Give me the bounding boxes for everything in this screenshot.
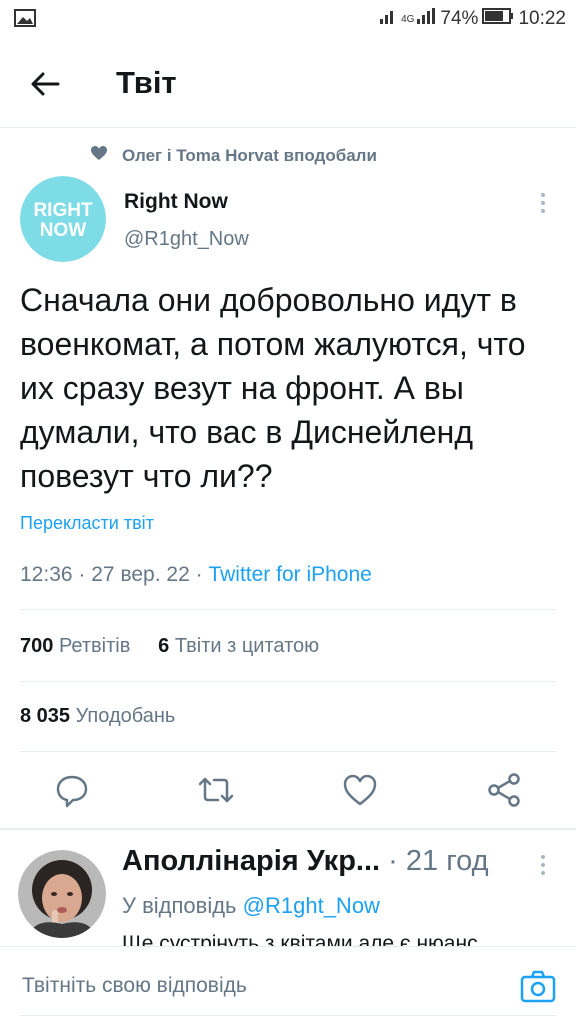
reply-author-name[interactable]: Аполлінарія Укр... <box>122 845 380 877</box>
page-title: Твіт <box>116 65 177 100</box>
social-context[interactable]: Олег і Toma Horvat вподобали <box>90 145 377 166</box>
battery-icon <box>482 8 514 30</box>
reply-author-avatar[interactable] <box>18 850 106 938</box>
reply-text: Ще сустрінуть з квітами але є нюанс <box>122 934 562 946</box>
app-header: Твіт <box>0 50 576 120</box>
tweet-date: 27 вер. 22 <box>91 563 190 586</box>
retweet-icon[interactable] <box>196 770 236 810</box>
tweet-source-link[interactable]: Twitter for iPhone <box>208 563 371 586</box>
divider <box>20 609 556 610</box>
section-divider <box>0 828 576 830</box>
like-stats: 8 035 Уподобань <box>20 705 175 728</box>
reply-icon[interactable] <box>52 770 92 810</box>
clock: 10:22 <box>518 8 566 29</box>
composer-underline <box>20 1015 556 1016</box>
signal-icon-2 <box>416 7 436 31</box>
author-avatar[interactable]: RIGHT NOW <box>20 176 106 262</box>
reply-input[interactable]: Твітніть свою відповідь <box>22 974 247 998</box>
tweet-text: Сначала они добровольно идут в военкомат… <box>20 282 526 494</box>
signal-icon <box>379 7 397 31</box>
reply-to-mention[interactable]: @R1ght_Now <box>243 893 380 918</box>
network-type: 4G <box>401 13 415 25</box>
avatar-logo-line1: RIGHT <box>33 200 93 221</box>
social-context-text: Олег і Toma Horvat вподобали <box>122 145 377 165</box>
heart-filled-icon <box>90 145 108 166</box>
author-info[interactable]: Right Now @R1ght_Now <box>124 190 249 251</box>
gallery-notification-icon <box>14 9 36 32</box>
retweets-label: Ретвітів <box>58 635 131 657</box>
tweet-actions <box>0 770 576 814</box>
quotes-count: 6 <box>158 635 170 657</box>
reply-time: 21 год <box>405 845 489 877</box>
retweets-stat[interactable]: 700 Ретвітів <box>20 635 130 657</box>
reply-more-options-icon[interactable] <box>530 852 556 878</box>
tweet-meta: 12:36 · 27 вер. 22 · Twitter for iPhone <box>20 563 372 587</box>
quotes-label: Твіти з цитатою <box>174 635 320 657</box>
divider <box>20 681 556 682</box>
status-bar: 4G 74% 10:22 <box>0 0 576 38</box>
translate-tweet-link[interactable]: Перекласти твіт <box>20 513 154 534</box>
divider <box>20 751 556 752</box>
likes-count: 8 035 <box>20 705 71 727</box>
reply-header: Аполлінарія Укр... · 21 год <box>122 845 522 878</box>
meta-separator: · <box>78 563 86 586</box>
author-name[interactable]: Right Now <box>124 190 249 214</box>
header-divider <box>0 127 576 128</box>
quotes-stat[interactable]: 6 Твіти з цитатою <box>158 635 319 657</box>
avatar-logo-line2: NOW <box>40 220 87 241</box>
meta-separator: · <box>195 563 203 586</box>
reply-to-label: У відповідь <box>122 893 237 918</box>
author-handle[interactable]: @R1ght_Now <box>124 228 249 251</box>
camera-icon[interactable] <box>518 967 558 1007</box>
like-icon[interactable] <box>340 770 380 810</box>
tweet-time: 12:36 <box>20 563 73 586</box>
reply-separator: · <box>388 845 398 877</box>
more-options-icon[interactable] <box>530 190 556 216</box>
likes-stat[interactable]: 8 035 Уподобань <box>20 705 175 727</box>
share-icon[interactable] <box>484 770 524 810</box>
retweets-count: 700 <box>20 635 54 657</box>
reply-composer: Твітніть свою відповідь <box>0 946 576 1024</box>
retweet-stats: 700 Ретвітів 6 Твіти з цитатою <box>20 635 319 658</box>
back-arrow-icon[interactable] <box>28 66 64 102</box>
reply-to-line: У відповідь @R1ght_Now <box>122 893 380 919</box>
likes-label: Уподобань <box>75 705 176 727</box>
reply-text-content: Ще сустрінуть з квітами але є нюанс <box>122 934 478 946</box>
battery-percent: 74% <box>440 8 479 29</box>
